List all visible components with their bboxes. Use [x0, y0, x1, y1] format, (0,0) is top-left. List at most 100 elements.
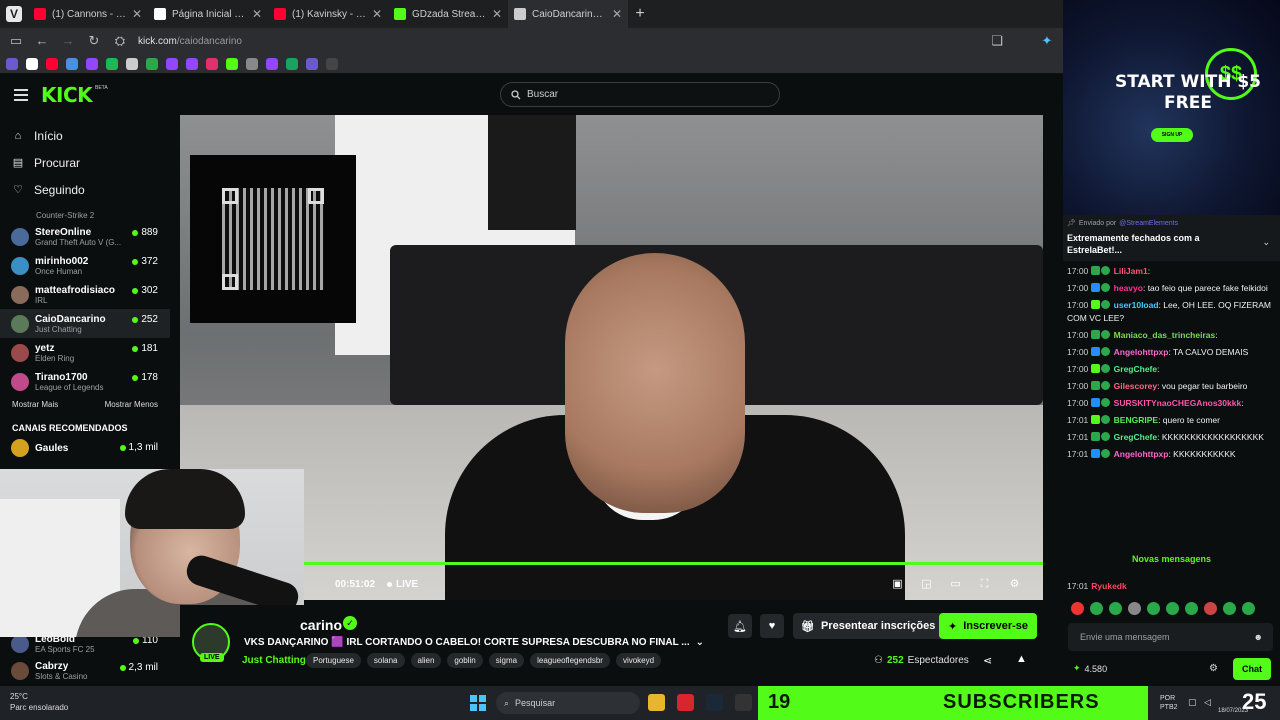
video-player[interactable]: 00:51:02 LIVE ▣ ◲ ▭ ⛶ ⚙	[180, 115, 1043, 600]
emote-icon[interactable]	[1147, 602, 1160, 615]
theater-mode-icon[interactable]: ▭	[949, 578, 962, 591]
emote-icon[interactable]	[1109, 602, 1122, 615]
ad-signup-button[interactable]: SIGN UP	[1151, 128, 1193, 142]
nav-browse[interactable]: ▤ Procurar	[0, 149, 170, 176]
chat-settings-gear-icon[interactable]: ⚙	[1209, 663, 1218, 674]
category-link[interactable]: Just Chatting	[242, 655, 306, 666]
weather-widget[interactable]: 25°C Parc ensolarado	[10, 691, 68, 713]
tab-gdzada[interactable]: GDzada Stream - Watch✕	[388, 0, 508, 28]
tag-chip[interactable]: sigma	[488, 653, 525, 668]
chat-input[interactable]: Envie uma mensagem ☻	[1068, 623, 1273, 651]
bookmark-more-icon[interactable]	[326, 57, 338, 70]
windows-start-icon[interactable]	[470, 695, 486, 711]
emote-icon[interactable]	[1223, 602, 1236, 615]
emoji-icon[interactable]: ☻	[1254, 632, 1263, 642]
show-less-link[interactable]: Mostrar Menos	[105, 400, 158, 409]
bookmark-twitch-icon[interactable]	[166, 57, 178, 70]
new-tab-button[interactable]: +	[628, 5, 652, 23]
chevron-down-icon[interactable]: ⌄	[696, 637, 704, 648]
emote-icon[interactable]	[1204, 602, 1217, 615]
bookmark-icon[interactable]	[86, 57, 98, 70]
bookmark-icon[interactable]	[286, 57, 298, 70]
bookmark-icon[interactable]	[186, 57, 198, 70]
bookmark-instagram-icon[interactable]	[206, 57, 218, 70]
bookmark-kick-icon[interactable]	[226, 57, 238, 70]
close-tab-icon[interactable]: ✕	[252, 7, 262, 21]
emote-icon[interactable]	[1242, 602, 1255, 615]
tag-chip[interactable]: vivokeyd	[615, 653, 662, 668]
nav-home[interactable]: ⌂ Início	[0, 122, 170, 149]
bookmark-icon[interactable]	[246, 57, 258, 70]
volume-icon[interactable]: ◁	[1204, 697, 1211, 708]
reload-icon[interactable]: ↻	[86, 33, 102, 49]
bookmark-icon[interactable]	[306, 57, 318, 70]
pinned-message[interactable]: 📌︎ Enviado por @StreamElements Extremament…	[1063, 215, 1280, 261]
url-field[interactable]: kick.com/caiodancarino	[138, 36, 242, 47]
bookmark-icon[interactable]	[66, 57, 78, 70]
settings-gear-icon[interactable]: ⚙	[1008, 578, 1021, 591]
tab-kavinsky[interactable]: (1) Kavinsky - Nightcall✕	[268, 0, 388, 28]
notification-bell-button[interactable]: 🔔︎	[728, 614, 752, 638]
bookmark-twitch-icon[interactable]	[6, 57, 18, 70]
vivaldi-taskbar-icon[interactable]	[677, 694, 694, 711]
sidebar-channel-yetz[interactable]: yetz Elden Ring 181	[0, 338, 170, 367]
back-icon[interactable]: ←	[34, 33, 50, 49]
steam-icon[interactable]	[706, 694, 723, 711]
emote-icon[interactable]	[1166, 602, 1179, 615]
new-messages-indicator[interactable]: Novas mensagens	[1063, 554, 1280, 564]
fullscreen-icon[interactable]: ⛶	[978, 578, 991, 591]
channel-name[interactable]: carino	[300, 617, 342, 633]
language-indicator[interactable]: POR PTB2	[1160, 694, 1178, 712]
tag-chip[interactable]: leagueoflegendsbr	[530, 653, 610, 668]
close-tab-icon[interactable]: ✕	[132, 7, 142, 21]
follow-button[interactable]: ♥	[760, 614, 784, 638]
close-tab-icon[interactable]: ✕	[372, 7, 382, 21]
bookmark-icon[interactable]: ❏	[989, 33, 1005, 49]
bookmark-icon[interactable]	[146, 57, 158, 70]
search-input[interactable]: Buscar	[500, 82, 780, 107]
site-settings-icon[interactable]: ⛭	[112, 33, 128, 49]
tag-chip[interactable]: solana	[366, 653, 405, 668]
tab-x[interactable]: Página Inicial / X ✕	[148, 0, 268, 28]
bookmark-icon[interactable]	[126, 57, 138, 70]
playback-progress-bar[interactable]	[180, 562, 1043, 565]
tag-chip[interactable]: alien	[410, 653, 442, 668]
advertisement[interactable]: $$ START WITH $5 FREE SIGN UP	[1063, 0, 1280, 215]
close-tab-icon[interactable]: ✕	[492, 7, 502, 21]
forward-icon[interactable]: →	[60, 33, 76, 49]
sidebar-channel-stereonline[interactable]: StereOnline Grand Theft Auto V (G... 889	[0, 222, 170, 251]
chat-send-button[interactable]: Chat	[1233, 658, 1271, 680]
close-tab-icon[interactable]: ✕	[612, 7, 622, 21]
sidebar-channel-mirinho002[interactable]: mirinho002 Once Human 372	[0, 251, 170, 280]
channel-points[interactable]: ✦ 4.580	[1073, 663, 1107, 674]
file-explorer-icon[interactable]	[648, 694, 665, 711]
tag-chip[interactable]: Portuguese	[306, 653, 361, 668]
clip-icon[interactable]: ▣	[891, 578, 904, 591]
tab-caiodancarino[interactable]: CaioDancarino Stream✕	[508, 0, 628, 28]
sidebar-channel-matteafrodisiaco[interactable]: matteafrodisiaco IRL 302	[0, 280, 170, 309]
tag-chip[interactable]: goblin	[447, 653, 483, 668]
chevron-down-icon[interactable]: ⌄	[1262, 237, 1270, 248]
terminal-icon[interactable]	[735, 694, 752, 711]
vivaldi-menu-button[interactable]: V	[0, 0, 28, 28]
nav-following[interactable]: ♡ Seguindo	[0, 176, 170, 203]
gift-subs-button[interactable]: 🎁︎ Presentear inscrições	[793, 613, 944, 639]
extension-icon[interactable]: ✦	[1039, 33, 1055, 49]
tab-cannons[interactable]: (1) Cannons - Ruthless✕	[28, 0, 148, 28]
bookmark-icon[interactable]	[266, 57, 278, 70]
share-icon[interactable]: ⋖	[983, 654, 992, 667]
emote-icon[interactable]	[1071, 602, 1084, 615]
emote-icon[interactable]	[1128, 602, 1141, 615]
bookmark-spotify-icon[interactable]	[106, 57, 118, 70]
panel-toggle-icon[interactable]: ▭	[8, 33, 24, 49]
show-more-link[interactable]: Mostrar Mais	[12, 400, 58, 409]
hamburger-menu-icon[interactable]	[14, 89, 28, 104]
mini-player-icon[interactable]: ◲	[920, 578, 933, 591]
network-icon[interactable]: ▢	[1188, 697, 1197, 708]
bookmark-youtube-icon[interactable]	[46, 57, 58, 70]
sidebar-channel-cabrzy[interactable]: Cabrzy Slots & Casino 2,3 mil	[0, 657, 170, 684]
kick-logo[interactable]: KICK	[41, 83, 93, 107]
sidebar-channel-gaules[interactable]: Gaules 1,3 mil	[0, 437, 170, 459]
emote-icon[interactable]	[1090, 602, 1103, 615]
subscribe-button[interactable]: ✦ Inscrever-se	[939, 613, 1038, 639]
